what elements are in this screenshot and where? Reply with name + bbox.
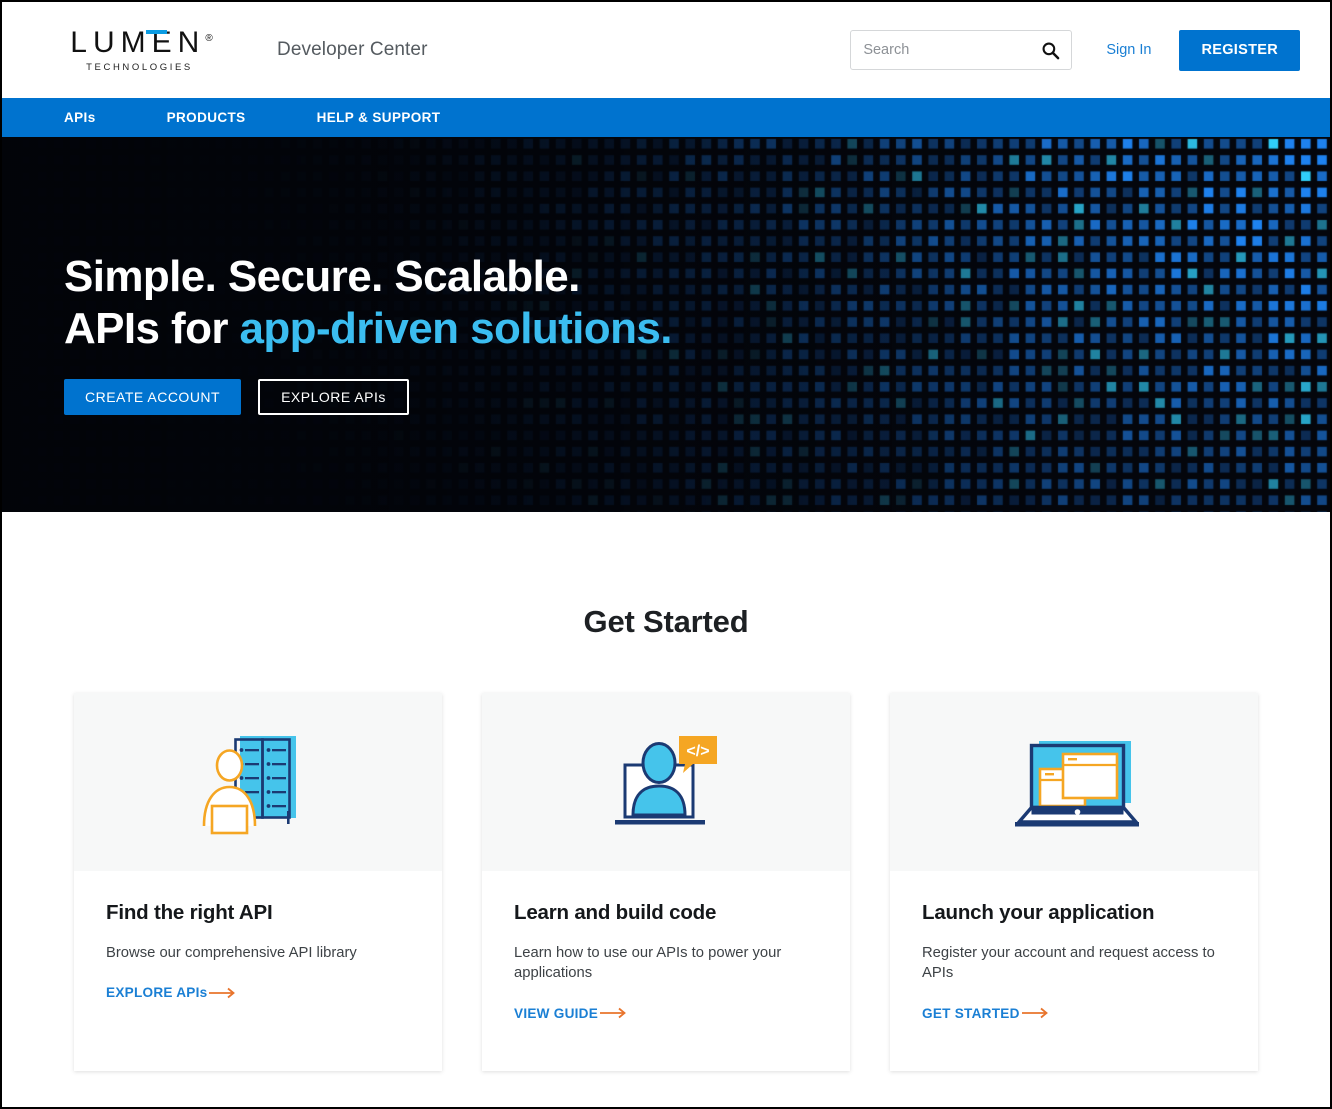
hero-banner: Simple. Secure. Scalable. APIs for app-d…: [2, 137, 1330, 512]
laptop-windows-icon: [1015, 741, 1139, 827]
card-link-get-started[interactable]: GET STARTED: [922, 1006, 1052, 1021]
code-bubble-glyph: </>: [686, 743, 709, 760]
card-icon-panel: </>: [482, 693, 850, 871]
card-learn-and-build-code[interactable]: </> Learn and build code Learn how to us…: [482, 693, 850, 1071]
create-account-button[interactable]: CREATE ACCOUNT: [64, 378, 242, 415]
nav-item-products[interactable]: PRODUCTS: [167, 110, 246, 125]
person-laptop-code-bubble-icon: </>: [615, 736, 717, 825]
explore-apis-button[interactable]: EXPLORE APIs: [258, 378, 409, 415]
lumen-logo[interactable]: LUMEN® TECHNOLOGIES: [57, 25, 222, 73]
card-link-label: GET STARTED: [922, 1005, 1020, 1021]
card-grid: Find the right API Browse our comprehens…: [2, 693, 1330, 1071]
arrow-right-icon: [209, 987, 236, 999]
logo-wordmark-text: LUMEN®: [66, 25, 213, 59]
card-launch-your-application[interactable]: Launch your application Register your ac…: [890, 693, 1258, 1071]
card-title: Learn and build code: [514, 901, 717, 924]
page-root: LUMEN® TECHNOLOGIES Developer Center Sig…: [0, 0, 1332, 1109]
get-started-section: Get Started Find the right API Browse ou…: [2, 512, 1330, 1071]
card-title: Launch your application: [922, 901, 1155, 924]
hero-content: Simple. Secure. Scalable. APIs for app-d…: [64, 251, 672, 415]
nav-item-apis[interactable]: APIs: [64, 110, 96, 125]
hero-headline-line2: APIs for app-driven solutions.: [64, 303, 672, 355]
arrow-right-icon: [1021, 1008, 1048, 1019]
logo-subtitle: TECHNOLOGIES: [86, 61, 193, 73]
card-title: Find the right API: [106, 901, 273, 924]
register-button[interactable]: REGISTER: [1179, 29, 1300, 71]
card-find-the-right-api[interactable]: Find the right API Browse our comprehens…: [74, 693, 442, 1071]
site-title: Developer Center: [277, 39, 428, 60]
search-icon[interactable]: [1041, 41, 1060, 60]
main-navigation: APIs PRODUCTS HELP & SUPPORT: [2, 98, 1330, 137]
site-header: LUMEN® TECHNOLOGIES Developer Center Sig…: [2, 2, 1330, 98]
card-link-explore-apis[interactable]: EXPLORE APIs: [106, 985, 239, 1000]
card-link-label: VIEW GUIDE: [514, 1005, 599, 1021]
logo-registered-mark: ®: [205, 32, 213, 44]
sign-in-link[interactable]: Sign In: [1106, 42, 1151, 58]
arrow-right-icon: [600, 1008, 626, 1019]
card-body: Launch your application Register your ac…: [890, 871, 1258, 1071]
card-description: Learn how to use our APIs to power your …: [514, 945, 782, 982]
search-box[interactable]: [850, 30, 1073, 70]
card-icon-panel: [890, 693, 1258, 871]
header-actions: Sign In REGISTER: [850, 29, 1300, 71]
nav-item-help-support[interactable]: HELP & SUPPORT: [317, 110, 441, 125]
card-body: Find the right API Browse our comprehens…: [74, 871, 442, 1050]
hero-button-group: CREATE ACCOUNT EXPLORE APIs: [64, 378, 672, 415]
card-description: Browse our comprehensive API library: [106, 945, 357, 961]
hero-headline-prefix: APIs for: [64, 303, 240, 353]
card-description: Register your account and request access…: [922, 945, 1215, 982]
card-body: Learn and build code Learn how to use ou…: [482, 871, 850, 1071]
section-title: Get Started: [583, 604, 749, 639]
logo-word: LUMEN: [70, 25, 206, 59]
person-at-api-library-icon: [202, 736, 296, 835]
hero-headline-accent: app-driven solutions.: [239, 303, 673, 353]
hero-headline-line1: Simple. Secure. Scalable.: [64, 252, 580, 301]
card-icon-panel: [74, 693, 442, 871]
logo-blue-bar-icon: [146, 29, 168, 34]
card-link-view-guide[interactable]: VIEW GUIDE: [514, 1006, 630, 1021]
search-input[interactable]: [851, 31, 1072, 69]
card-link-label: EXPLORE APIs: [106, 985, 208, 1001]
